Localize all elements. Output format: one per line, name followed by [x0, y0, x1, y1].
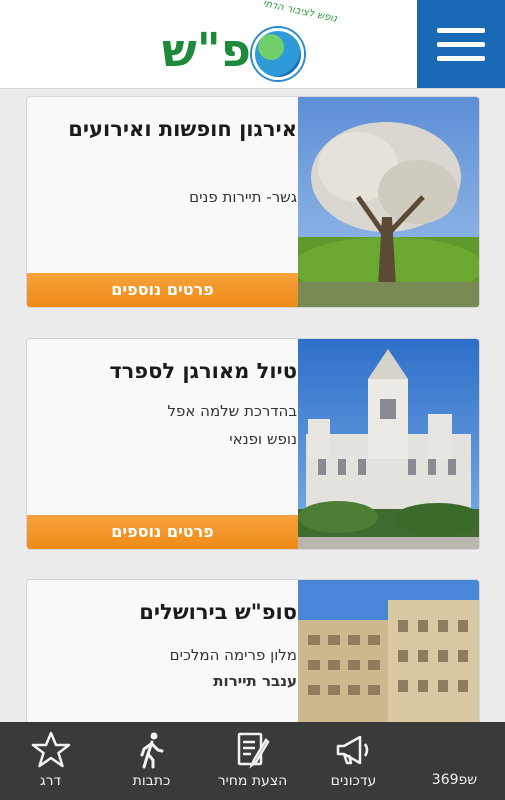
star-icon	[0, 730, 101, 770]
list-item[interactable]: טיול מאורגן לספרד בהדרכת שלמה אפל נופש ו…	[26, 338, 480, 550]
palace-photo	[298, 339, 479, 549]
nav-item-updates[interactable]: עדכונים	[303, 722, 404, 800]
card-body: טיול מאורגן לספרד בהדרכת שלמה אפל נופש ו…	[27, 339, 298, 549]
card-subtitle: ענבר תיירות	[213, 672, 297, 690]
card-subtitle: נופש ופנאי	[229, 430, 297, 448]
nav-label: עדכונים	[330, 773, 377, 789]
card-subtitle: בהדרכת שלמה אפל	[167, 402, 297, 420]
list-item[interactable]: אירגון חופשות ואירועים גשר- תיירות פנים …	[26, 96, 480, 308]
more-details-button[interactable]: פרטים נוספים	[27, 273, 298, 307]
walking-person-icon	[101, 730, 202, 770]
site-logo[interactable]: נופש לציבור הדתי סופ"ש	[150, 0, 340, 84]
globe-icon	[252, 28, 304, 80]
more-details-button[interactable]: פרטים נוספים	[27, 515, 298, 549]
card-subtitle: מלון פרימה המלכים	[169, 646, 297, 664]
card-title: סופ"ש בירושלים	[139, 600, 297, 624]
nav-label: הצעת מחיר	[217, 773, 288, 789]
brand-label: 369שפ	[431, 772, 478, 788]
card-body: אירגון חופשות ואירועים גשר- תיירות פנים …	[27, 97, 298, 307]
megaphone-icon	[303, 730, 404, 770]
tree-photo	[293, 97, 479, 307]
nav-item-quote[interactable]: הצעת מחיר	[202, 722, 303, 800]
card-subtitle: גשר- תיירות פנים	[189, 188, 297, 206]
nav-brand[interactable]: 369שפ	[404, 722, 505, 800]
hamburger-icon	[437, 27, 485, 33]
menu-button[interactable]	[417, 0, 505, 88]
card-title: טיול מאורגן לספרד	[109, 359, 297, 383]
nav-item-rate[interactable]: דרג	[0, 722, 101, 800]
nav-label: דרג	[39, 773, 62, 789]
nav-item-articles[interactable]: כתבות	[101, 722, 202, 800]
form-pen-icon	[202, 730, 303, 770]
bottom-nav: 369שפ עדכונים הצעת מחיר כתבות דרג	[0, 722, 505, 800]
nav-label: כתבות	[132, 773, 171, 789]
card-title: אירגון חופשות ואירועים	[68, 117, 297, 141]
app-header: נופש לציבור הדתי סופ"ש	[0, 0, 505, 89]
